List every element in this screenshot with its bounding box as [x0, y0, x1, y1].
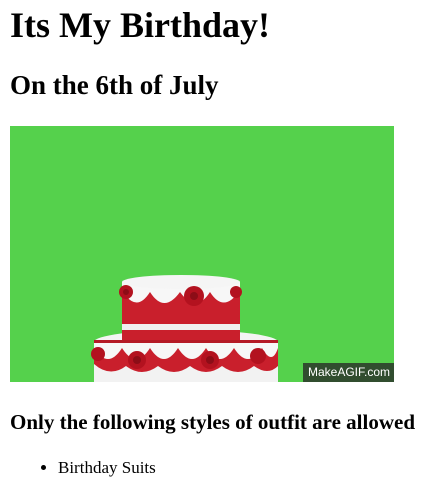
- page-title: Its My Birthday!: [10, 5, 270, 45]
- birthday-cake-gif: MakeAGIF.com: [10, 126, 394, 382]
- list-item: Birthday Suits: [58, 457, 156, 479]
- outfit-list: Birthday Suits: [18, 457, 156, 479]
- cake-top-tier: [119, 275, 242, 340]
- outfit-section-heading: Only the following styles of outfit are …: [10, 410, 416, 434]
- page-subtitle: On the 6th of July: [10, 70, 219, 100]
- makeagif-watermark: MakeAGIF.com: [302, 363, 394, 382]
- cake-illustration: [10, 126, 394, 382]
